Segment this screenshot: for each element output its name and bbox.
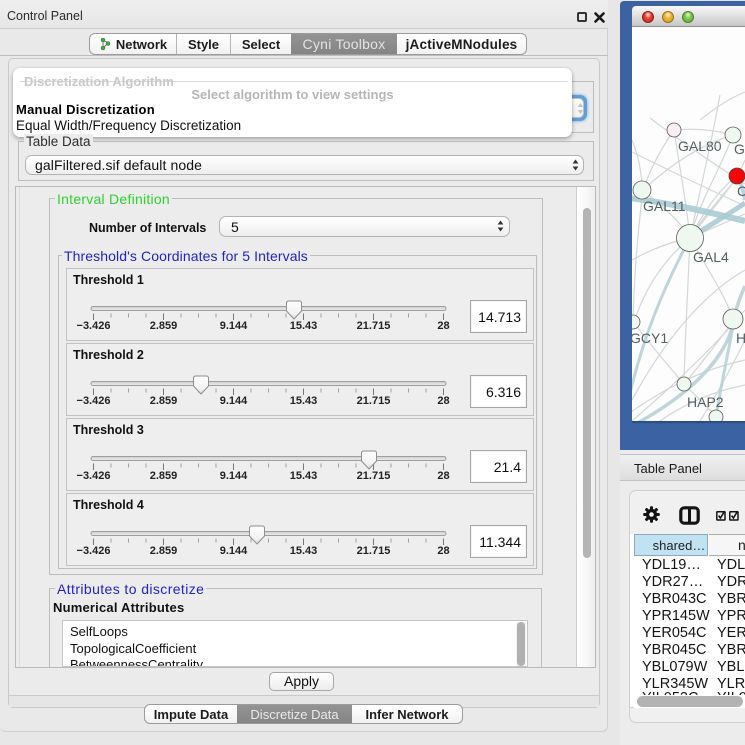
svg-text:H: H — [736, 330, 745, 346]
svg-text:G.: G. — [734, 141, 745, 157]
svg-text:GCY1: GCY1 — [632, 330, 668, 346]
svg-text:HAP2: HAP2 — [687, 394, 724, 410]
svg-text:GAL80: GAL80 — [678, 138, 722, 154]
svg-text:C: C — [737, 183, 745, 199]
svg-text:GAL4: GAL4 — [693, 249, 729, 265]
svg-text:GAL11: GAL11 — [643, 198, 686, 214]
